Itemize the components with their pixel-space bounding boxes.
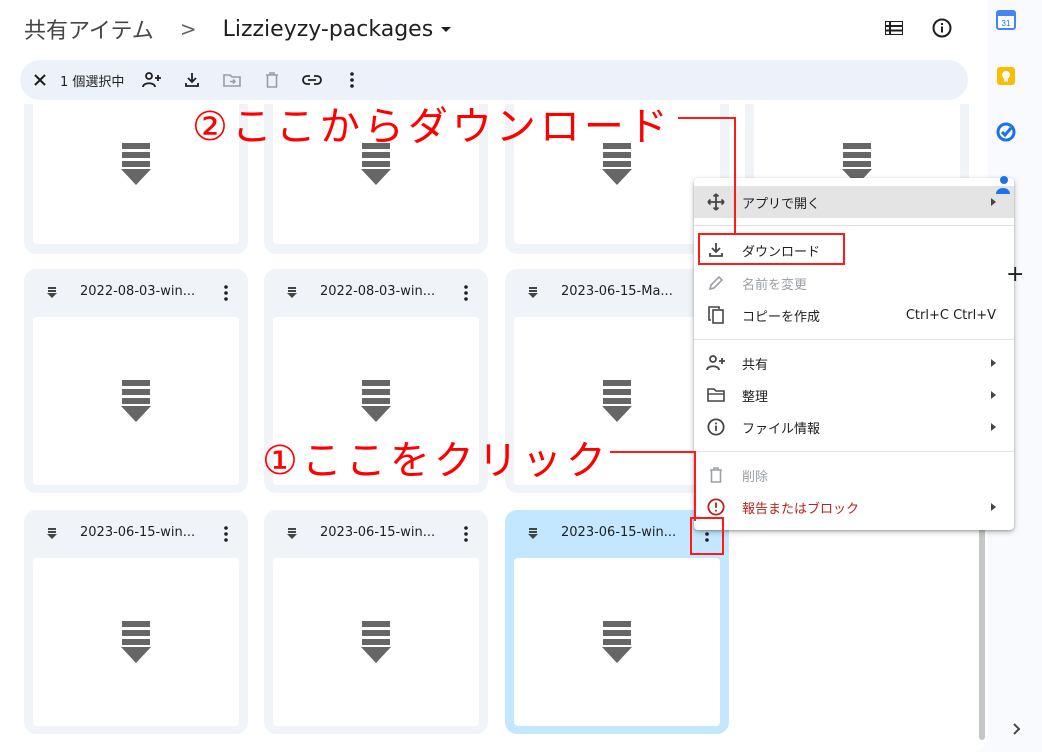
menu-item-report-or-block[interactable]: 報告またはブロック <box>694 491 1014 523</box>
tasks-icon[interactable] <box>996 122 1016 142</box>
more-vert-icon[interactable] <box>214 522 238 546</box>
menu-label: コピーを作成 <box>742 309 821 325</box>
chevron-right-icon[interactable] <box>1012 722 1022 736</box>
contacts-icon[interactable] <box>996 176 1016 196</box>
annotation-highlight-more-button <box>690 517 724 555</box>
menu-divider <box>694 451 1014 452</box>
archive-type-icon <box>528 528 538 539</box>
menu-item-delete[interactable]: 削除 <box>694 459 1014 491</box>
annotation-step2: ②ここからダウンロード <box>192 104 672 150</box>
menu-item-organize[interactable]: 整理 <box>694 379 1014 411</box>
list-view-icon[interactable] <box>882 16 906 40</box>
breadcrumb-root[interactable]: 共有アイテム <box>24 13 154 45</box>
rename-icon <box>706 273 726 293</box>
file-card[interactable]: 2022-08-03-win... <box>24 269 248 493</box>
keep-icon[interactable] <box>996 66 1016 86</box>
archive-file-icon <box>602 380 632 422</box>
menu-item-make-copy[interactable]: コピーを作成 Ctrl+C Ctrl+V <box>694 299 1014 331</box>
file-name: 2022-08-03-win... <box>80 284 196 299</box>
menu-label: 名前を変更 <box>742 277 808 293</box>
side-panel: 31 + <box>988 0 1042 752</box>
copy-icon <box>706 305 726 325</box>
more-vert-icon[interactable] <box>454 281 478 305</box>
archive-type-icon <box>528 287 538 298</box>
file-thumbnail <box>514 558 720 726</box>
file-name: 2023-06-15-win... <box>320 525 436 540</box>
archive-type-icon <box>287 528 297 539</box>
menu-label: 整理 <box>742 389 769 405</box>
menu-divider <box>694 339 1014 340</box>
archive-file-icon <box>121 621 151 663</box>
archive-type-icon <box>287 287 297 298</box>
selection-count: 1 個選択中 <box>60 74 125 90</box>
annotation-connector <box>694 451 696 521</box>
archive-file-icon <box>361 621 391 663</box>
annotation-connector <box>678 117 736 119</box>
menu-shortcut: Ctrl+C Ctrl+V <box>905 307 996 323</box>
more-vert-icon[interactable] <box>214 281 238 305</box>
caret-down-icon <box>441 26 452 32</box>
archive-file-icon <box>361 380 391 422</box>
info-icon[interactable] <box>930 16 954 40</box>
annotation-highlight-download <box>698 233 845 265</box>
file-name: 2022-08-03-win... <box>320 284 436 299</box>
archive-file-icon <box>121 143 151 185</box>
menu-label: ファイル情報 <box>742 421 821 437</box>
annotation-connector <box>610 451 696 453</box>
file-thumbnail <box>273 558 479 726</box>
menu-item-file-info[interactable]: ファイル情報 <box>694 411 1014 443</box>
share-icon <box>706 353 726 373</box>
context-menu: アプリで開く ダウンロード 名前を変更 コピーを作成 Ctrl+C Ctrl+V… <box>694 178 1014 530</box>
trash-icon <box>706 465 726 485</box>
report-icon <box>706 497 726 517</box>
add-icon[interactable]: + <box>1006 262 1024 287</box>
menu-label: 削除 <box>742 469 769 485</box>
archive-file-icon <box>602 621 632 663</box>
info-icon <box>706 417 726 437</box>
menu-label: アプリで開く <box>742 196 821 212</box>
share-icon[interactable] <box>132 60 172 100</box>
menu-item-rename[interactable]: 名前を変更 <box>694 267 1014 299</box>
breadcrumb-separator: > <box>179 17 197 41</box>
breadcrumb: 共有アイテム > Lizzieyzy-packages <box>24 12 452 46</box>
open-with-icon <box>706 192 726 212</box>
folder-icon <box>706 385 726 405</box>
folder-name: Lizzieyzy-packages <box>222 16 434 42</box>
menu-label: 共有 <box>742 357 769 373</box>
file-name: 2023-06-15-win... <box>561 525 677 540</box>
calendar-day: 31 <box>1002 19 1011 28</box>
file-thumbnail <box>33 558 239 726</box>
more-vert-icon[interactable] <box>454 522 478 546</box>
file-card[interactable]: 2023-06-15-win... <box>24 510 248 734</box>
file-name: 2023-06-15-win... <box>80 525 196 540</box>
archive-type-icon <box>47 287 57 298</box>
archive-type-icon <box>47 528 57 539</box>
menu-item-share[interactable]: 共有 <box>694 347 1014 379</box>
file-thumbnail <box>33 317 239 485</box>
close-icon[interactable] <box>20 60 60 100</box>
annotation-connector <box>734 117 736 235</box>
menu-item-open-with[interactable]: アプリで開く <box>694 186 1014 218</box>
annotation-step1: ①ここをクリック <box>262 438 610 484</box>
menu-divider <box>694 225 1014 226</box>
file-card[interactable]: 2023-06-15-win... <box>264 510 488 734</box>
menu-label: 報告またはブロック <box>742 501 860 517</box>
breadcrumb-current-folder[interactable]: Lizzieyzy-packages <box>223 17 452 42</box>
calendar-icon[interactable]: 31 <box>996 10 1016 30</box>
file-name: 2023-06-15-Ma... <box>561 284 673 299</box>
archive-file-icon <box>121 380 151 422</box>
